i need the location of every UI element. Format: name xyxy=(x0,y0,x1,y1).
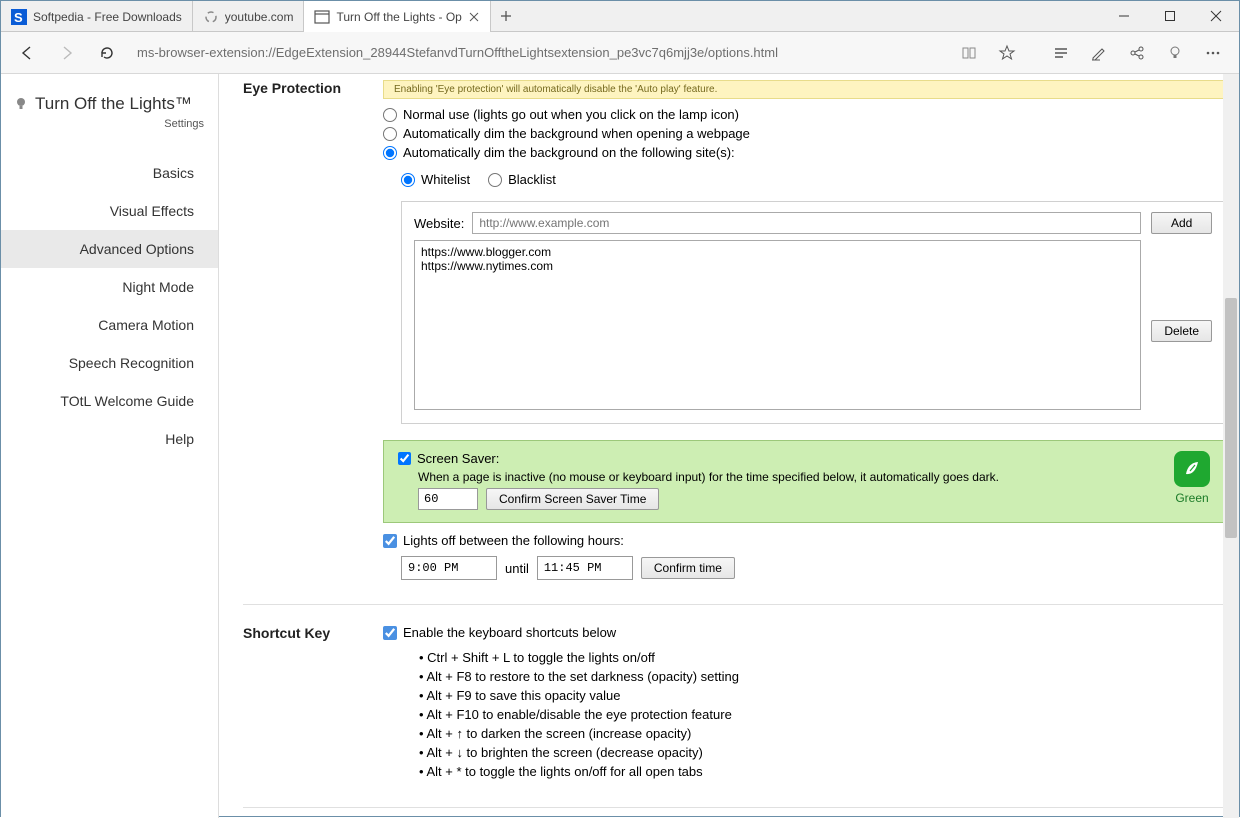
sites-listbox[interactable]: https://www.blogger.com https://www.nyti… xyxy=(414,240,1141,410)
notes-icon[interactable] xyxy=(1081,37,1117,69)
add-site-button[interactable]: Add xyxy=(1151,212,1212,234)
hours-checkbox[interactable] xyxy=(383,534,397,548)
shortcut-item: Alt + * to toggle the lights on/off for … xyxy=(419,764,1225,779)
website-panel: Website: https://www.blogger.com https:/… xyxy=(401,201,1225,424)
svg-text:S: S xyxy=(14,10,23,25)
section-eye-protection: Eye Protection Enabling 'Eye protection'… xyxy=(243,74,1225,580)
time-from-input[interactable] xyxy=(401,556,497,580)
shortcut-item: Ctrl + Shift + L to toggle the lights on… xyxy=(419,650,1225,665)
nav-welcome-guide[interactable]: TOtL Welcome Guide xyxy=(1,382,218,420)
more-icon[interactable] xyxy=(1195,37,1231,69)
softpedia-favicon: S xyxy=(11,9,27,25)
section-shortcut-key: Shortcut Key Enable the keyboard shortcu… xyxy=(243,605,1225,783)
browser-tabs: S Softpedia - Free Downloads youtube.com… xyxy=(1,1,491,32)
tab-totl-options[interactable]: Turn Off the Lights - Op xyxy=(304,1,490,32)
minimize-button[interactable] xyxy=(1101,1,1147,31)
shortcut-item: Alt + ↑ to darken the screen (increase o… xyxy=(419,726,1225,741)
lamp-logo-icon xyxy=(13,96,29,112)
tab-label: Softpedia - Free Downloads xyxy=(33,10,182,24)
brand-title: Turn Off the Lights™ xyxy=(35,94,192,114)
radio-whitelist[interactable]: Whitelist xyxy=(401,172,470,187)
section-divider xyxy=(243,807,1225,808)
tab-youtube[interactable]: youtube.com xyxy=(193,1,305,32)
nav-advanced-options[interactable]: Advanced Options xyxy=(1,230,218,268)
enable-shortcuts-checkbox[interactable] xyxy=(383,626,397,640)
share-icon[interactable] xyxy=(1119,37,1155,69)
radio-normal-use[interactable]: Normal use (lights go out when you click… xyxy=(383,107,1225,122)
scrollbar-thumb[interactable] xyxy=(1225,298,1237,538)
address-bar[interactable]: ms-browser-extension://EdgeExtension_289… xyxy=(137,45,939,60)
window-controls xyxy=(1101,1,1239,31)
info-banner: Enabling 'Eye protection' will automatic… xyxy=(383,80,1225,99)
green-badge-label: Green xyxy=(1175,491,1208,505)
brand-subtitle: Settings xyxy=(1,118,218,154)
website-input-label: Website: xyxy=(414,216,464,231)
delete-site-button[interactable]: Delete xyxy=(1151,320,1212,342)
nav-visual-effects[interactable]: Visual Effects xyxy=(1,192,218,230)
window-favicon xyxy=(314,9,330,25)
radio-label: Blacklist xyxy=(508,172,556,187)
window-titlebar: S Softpedia - Free Downloads youtube.com… xyxy=(1,1,1239,32)
settings-sidebar: Turn Off the Lights™ Settings Basics Vis… xyxy=(1,74,219,818)
screensaver-title: Screen Saver: xyxy=(417,451,499,466)
new-tab-button[interactable] xyxy=(491,1,521,31)
nav-speech-recognition[interactable]: Speech Recognition xyxy=(1,344,218,382)
hours-checkbox-row[interactable]: Lights off between the following hours: xyxy=(383,533,1225,548)
page-content: Turn Off the Lights™ Settings Basics Vis… xyxy=(1,74,1239,818)
radio-auto-open[interactable]: Automatically dim the background when op… xyxy=(383,126,1225,141)
tab-label: Turn Off the Lights - Op xyxy=(336,10,461,24)
nav-night-mode[interactable]: Night Mode xyxy=(1,268,218,306)
reading-view-icon[interactable] xyxy=(951,37,987,69)
brand-header: Turn Off the Lights™ xyxy=(1,94,218,118)
radio-label: Automatically dim the background when op… xyxy=(403,126,750,141)
nav-basics[interactable]: Basics xyxy=(1,154,218,192)
content-scrollbar[interactable] xyxy=(1223,74,1239,818)
shortcut-item: Alt + ↓ to brighten the screen (decrease… xyxy=(419,745,1225,760)
radio-blacklist[interactable]: Blacklist xyxy=(488,172,556,187)
green-badge: Green xyxy=(1174,451,1210,505)
enable-shortcuts-label: Enable the keyboard shortcuts below xyxy=(403,625,616,640)
website-input[interactable] xyxy=(472,212,1141,234)
leaf-icon xyxy=(1174,451,1210,487)
hours-label: Lights off between the following hours: xyxy=(403,533,624,548)
browser-toolbar: ms-browser-extension://EdgeExtension_289… xyxy=(1,32,1239,74)
shortcut-item: Alt + F10 to enable/disable the eye prot… xyxy=(419,707,1225,722)
back-button[interactable] xyxy=(9,37,45,69)
radio-label: Normal use (lights go out when you click… xyxy=(403,107,739,122)
refresh-button[interactable] xyxy=(89,37,125,69)
nav-help[interactable]: Help xyxy=(1,420,218,458)
confirm-time-button[interactable]: Confirm time xyxy=(641,557,735,579)
section-heading: Eye Protection xyxy=(243,80,383,580)
confirm-screensaver-button[interactable]: Confirm Screen Saver Time xyxy=(486,488,659,510)
radio-label: Whitelist xyxy=(421,172,470,187)
shortcut-item: Alt + F8 to restore to the set darkness … xyxy=(419,669,1225,684)
forward-button[interactable] xyxy=(49,37,85,69)
screensaver-desc: When a page is inactive (no mouse or key… xyxy=(418,469,1160,485)
screensaver-panel: Screen Saver: When a page is inactive (n… xyxy=(383,440,1225,523)
hub-icon[interactable] xyxy=(1043,37,1079,69)
lamp-extension-icon[interactable] xyxy=(1157,37,1193,69)
tab-label: youtube.com xyxy=(225,10,294,24)
close-window-button[interactable] xyxy=(1193,1,1239,31)
radio-label: Automatically dim the background on the … xyxy=(403,145,735,160)
loading-favicon xyxy=(203,9,219,25)
main-panel: Eye Protection Enabling 'Eye protection'… xyxy=(219,74,1239,818)
close-tab-icon[interactable] xyxy=(468,11,480,23)
nav-camera-motion[interactable]: Camera Motion xyxy=(1,306,218,344)
screensaver-seconds-input[interactable] xyxy=(418,488,478,510)
shortcut-item: Alt + F9 to save this opacity value xyxy=(419,688,1225,703)
radio-auto-sites[interactable]: Automatically dim the background on the … xyxy=(383,145,1225,160)
tab-softpedia[interactable]: S Softpedia - Free Downloads xyxy=(1,1,193,32)
time-to-input[interactable] xyxy=(537,556,633,580)
until-label: until xyxy=(505,561,529,576)
screensaver-checkbox[interactable] xyxy=(398,452,411,465)
shortcuts-list: Ctrl + Shift + L to toggle the lights on… xyxy=(419,650,1225,779)
favorite-icon[interactable] xyxy=(989,37,1025,69)
section-heading: Shortcut Key xyxy=(243,625,383,783)
maximize-button[interactable] xyxy=(1147,1,1193,31)
enable-shortcuts-row[interactable]: Enable the keyboard shortcuts below xyxy=(383,625,1225,640)
